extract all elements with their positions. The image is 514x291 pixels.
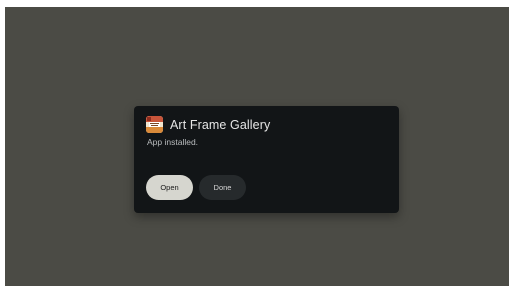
dialog-header: Art Frame Gallery bbox=[146, 116, 270, 133]
app-title: Art Frame Gallery bbox=[170, 117, 271, 132]
install-dialog: Art Frame Gallery App installed. Open Do… bbox=[134, 106, 399, 213]
install-message: App installed. bbox=[147, 137, 199, 147]
done-button[interactable]: Done bbox=[199, 175, 246, 200]
app-icon bbox=[146, 116, 163, 133]
open-button[interactable]: Open bbox=[146, 175, 193, 200]
screen-backdrop: Art Frame Gallery App installed. Open Do… bbox=[5, 7, 509, 286]
